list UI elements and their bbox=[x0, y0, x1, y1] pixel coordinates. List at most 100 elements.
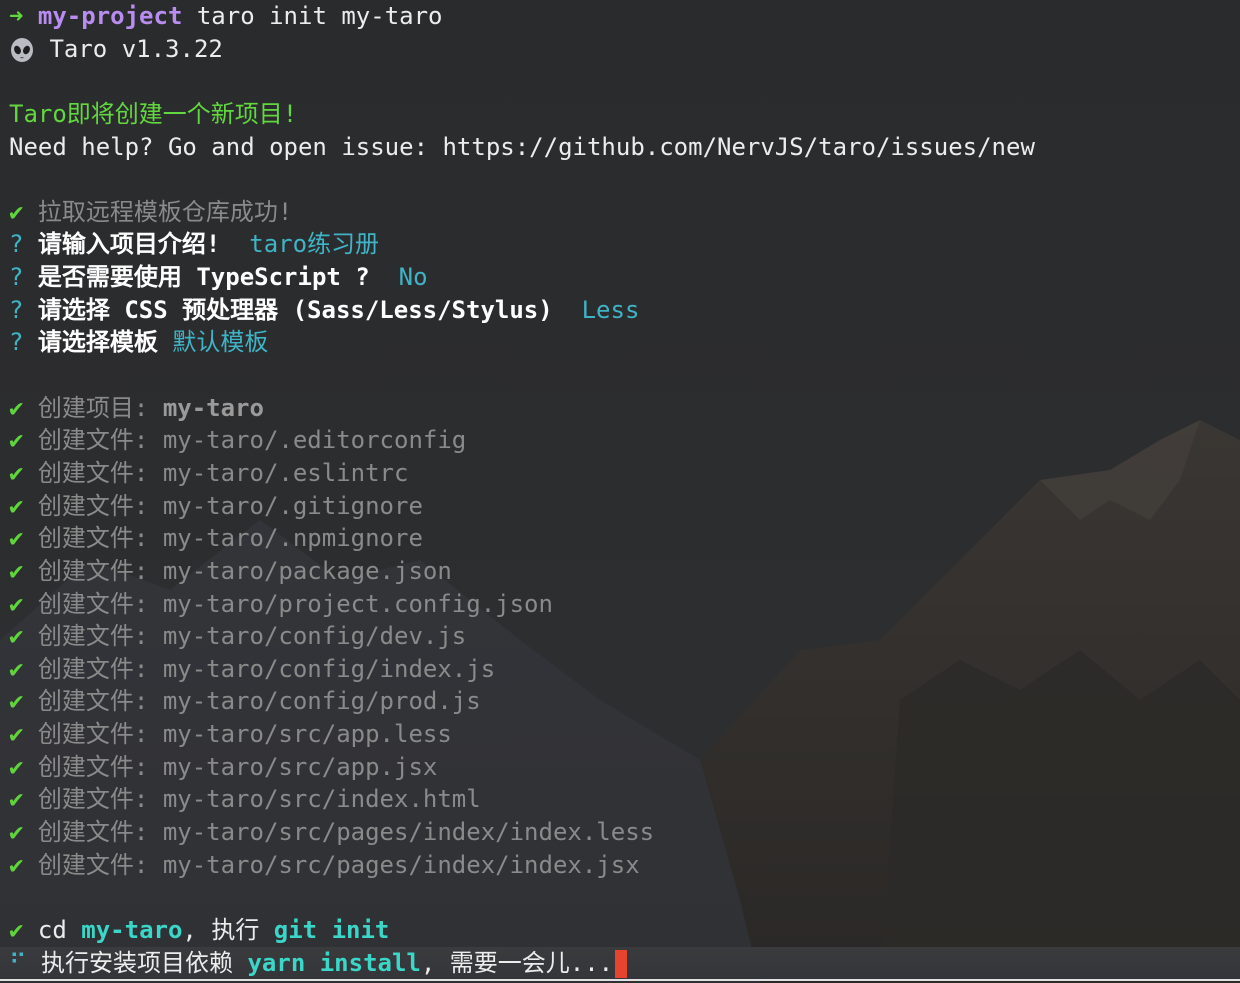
question-mark-icon: ? bbox=[9, 263, 24, 292]
create-file-label: 创建文件: bbox=[37, 850, 163, 879]
check-icon: ✔ bbox=[9, 687, 24, 716]
create-file-label: 创建文件: bbox=[37, 818, 163, 847]
intro-title: Taro即将创建一个新项目! bbox=[9, 99, 298, 128]
file-line: ✔ 创建文件: my-taro/.eslintrc bbox=[9, 457, 1240, 490]
file-line: ✔ 创建文件: my-taro/package.json bbox=[9, 555, 1240, 588]
create-file-label: 创建文件: bbox=[37, 491, 163, 520]
create-project-line: ✔ 创建项目: my-taro bbox=[9, 392, 1240, 425]
create-file-label: 创建文件: bbox=[37, 687, 163, 716]
create-project-label: 创建项目: bbox=[37, 393, 163, 422]
file-path: my-taro/src/app.jsx bbox=[162, 752, 438, 781]
file-path: my-taro/config/prod.js bbox=[162, 687, 481, 716]
question-label: 请选择模板 bbox=[37, 328, 158, 357]
project-dir: my-taro bbox=[81, 915, 183, 944]
create-file-label: 创建文件: bbox=[37, 622, 163, 651]
file-line: ✔ 创建文件: my-taro/.editorconfig bbox=[9, 424, 1240, 457]
check-icon: ✔ bbox=[9, 654, 24, 683]
question-answer: taro练习册 bbox=[249, 230, 380, 259]
prompt-directory: my-project bbox=[37, 2, 183, 30]
check-icon: ✔ bbox=[9, 850, 24, 879]
terminal-output: ➜ my-project taro init my-taro Taro v1.3… bbox=[0, 0, 1240, 982]
install-suffix: , 需要一会儿... bbox=[420, 948, 614, 977]
check-icon: ✔ bbox=[9, 622, 24, 651]
file-line: ✔ 创建文件: my-taro/config/prod.js bbox=[9, 685, 1240, 718]
file-line: ✔ 创建文件: my-taro/src/app.less bbox=[9, 718, 1240, 751]
question-answer: Less bbox=[581, 295, 640, 324]
file-path: my-taro/src/pages/index/index.less bbox=[162, 818, 655, 847]
file-line: ✔ 创建文件: my-taro/project.config.json bbox=[9, 588, 1240, 621]
install-prefix: 执行安装项目依赖 bbox=[41, 948, 248, 977]
question-label: 是否需要使用 TypeScript ? bbox=[37, 263, 385, 292]
check-icon: ✔ bbox=[9, 915, 24, 944]
check-icon: ✔ bbox=[9, 458, 24, 487]
install-command: yarn install bbox=[247, 948, 421, 977]
check-icon: ✔ bbox=[9, 491, 24, 520]
create-project-name: my-taro bbox=[162, 393, 264, 422]
file-line: ✔ 创建文件: my-taro/.npmignore bbox=[9, 522, 1240, 555]
version-text: Taro v1.3.22 bbox=[49, 34, 223, 63]
created-files-list: ✔ 创建文件: my-taro/.editorconfig ✔ 创建文件: my… bbox=[9, 424, 1240, 881]
git-command: git init bbox=[273, 915, 390, 944]
file-path: my-taro/.editorconfig bbox=[162, 426, 467, 455]
file-line: ✔ 创建文件: my-taro/src/index.html bbox=[9, 783, 1240, 816]
spinner-icon: ⠋ bbox=[9, 948, 27, 977]
create-file-label: 创建文件: bbox=[37, 720, 163, 749]
file-path: my-taro/src/index.html bbox=[162, 785, 481, 814]
file-path: my-taro/.eslintrc bbox=[162, 458, 409, 487]
help-text: Need help? Go and open issue: https://gi… bbox=[9, 132, 1035, 161]
fetch-success-text: 拉取远程模板仓库成功! bbox=[37, 197, 293, 226]
check-icon: ✔ bbox=[9, 818, 24, 847]
file-line: ✔ 创建文件: my-taro/src/pages/index/index.le… bbox=[9, 816, 1240, 849]
prompt-line: ➜ my-project taro init my-taro bbox=[9, 0, 1240, 33]
question-answer: No bbox=[398, 263, 428, 292]
create-file-label: 创建文件: bbox=[37, 654, 163, 683]
question-line: ? 是否需要使用 TypeScript ? No bbox=[9, 261, 1240, 294]
question-label: 请选择 CSS 预处理器 (Sass/Less/Stylus) bbox=[37, 295, 568, 324]
question-mark-icon: ? bbox=[9, 295, 24, 324]
alien-icon bbox=[11, 37, 33, 62]
check-icon: ✔ bbox=[9, 556, 24, 585]
git-init-line: ✔ cd my-taro, 执行 git init bbox=[9, 914, 1240, 947]
question-mark-icon: ? bbox=[9, 230, 24, 259]
check-icon: ✔ bbox=[9, 393, 24, 422]
question-answer: 默认模板 bbox=[172, 328, 269, 357]
cd-text: cd bbox=[37, 915, 82, 944]
check-icon: ✔ bbox=[9, 197, 24, 226]
file-path: my-taro/config/dev.js bbox=[162, 622, 467, 651]
question-line: ? 请输入项目介绍! taro练习册 bbox=[9, 228, 1240, 261]
terminal-cursor[interactable] bbox=[615, 949, 628, 978]
create-file-label: 创建文件: bbox=[37, 589, 163, 618]
question-line: ? 请选择模板 默认模板 bbox=[9, 326, 1240, 359]
prompt-arrow-icon: ➜ bbox=[9, 2, 24, 30]
create-file-label: 创建文件: bbox=[37, 524, 163, 553]
check-icon: ✔ bbox=[9, 720, 24, 749]
file-path: my-taro/.npmignore bbox=[162, 524, 423, 553]
prompt-command: taro init my-taro bbox=[182, 2, 443, 30]
create-file-label: 创建文件: bbox=[37, 458, 163, 487]
file-line: ✔ 创建文件: my-taro/src/app.jsx bbox=[9, 751, 1240, 784]
file-path: my-taro/src/app.less bbox=[162, 720, 452, 749]
check-icon: ✔ bbox=[9, 589, 24, 618]
fetch-success-line: ✔ 拉取远程模板仓库成功! bbox=[9, 196, 1240, 229]
file-line: ✔ 创建文件: my-taro/config/dev.js bbox=[9, 620, 1240, 653]
file-line: ✔ 创建文件: my-taro/.gitignore bbox=[9, 490, 1240, 523]
version-line: Taro v1.3.22 bbox=[9, 33, 1240, 66]
git-separator: , 执行 bbox=[182, 915, 274, 944]
check-icon: ✔ bbox=[9, 426, 24, 455]
file-path: my-taro/config/index.js bbox=[162, 654, 496, 683]
file-line: ✔ 创建文件: my-taro/src/pages/index/index.js… bbox=[9, 849, 1240, 882]
create-file-label: 创建文件: bbox=[37, 752, 163, 781]
file-path: my-taro/package.json bbox=[162, 556, 452, 585]
file-line: ✔ 创建文件: my-taro/config/index.js bbox=[9, 653, 1240, 686]
file-path: my-taro/.gitignore bbox=[162, 491, 423, 520]
question-label: 请输入项目介绍! bbox=[37, 230, 235, 259]
file-path: my-taro/project.config.json bbox=[162, 589, 553, 618]
file-path: my-taro/src/pages/index/index.jsx bbox=[162, 850, 640, 879]
install-status-line: ⠋ 执行安装项目依赖 yarn install, 需要一会儿... bbox=[0, 946, 1240, 982]
create-file-label: 创建文件: bbox=[37, 426, 163, 455]
create-file-label: 创建文件: bbox=[37, 785, 163, 814]
check-icon: ✔ bbox=[9, 524, 24, 553]
create-file-label: 创建文件: bbox=[37, 556, 163, 585]
question-line: ? 请选择 CSS 预处理器 (Sass/Less/Stylus) Less bbox=[9, 294, 1240, 327]
check-icon: ✔ bbox=[9, 785, 24, 814]
